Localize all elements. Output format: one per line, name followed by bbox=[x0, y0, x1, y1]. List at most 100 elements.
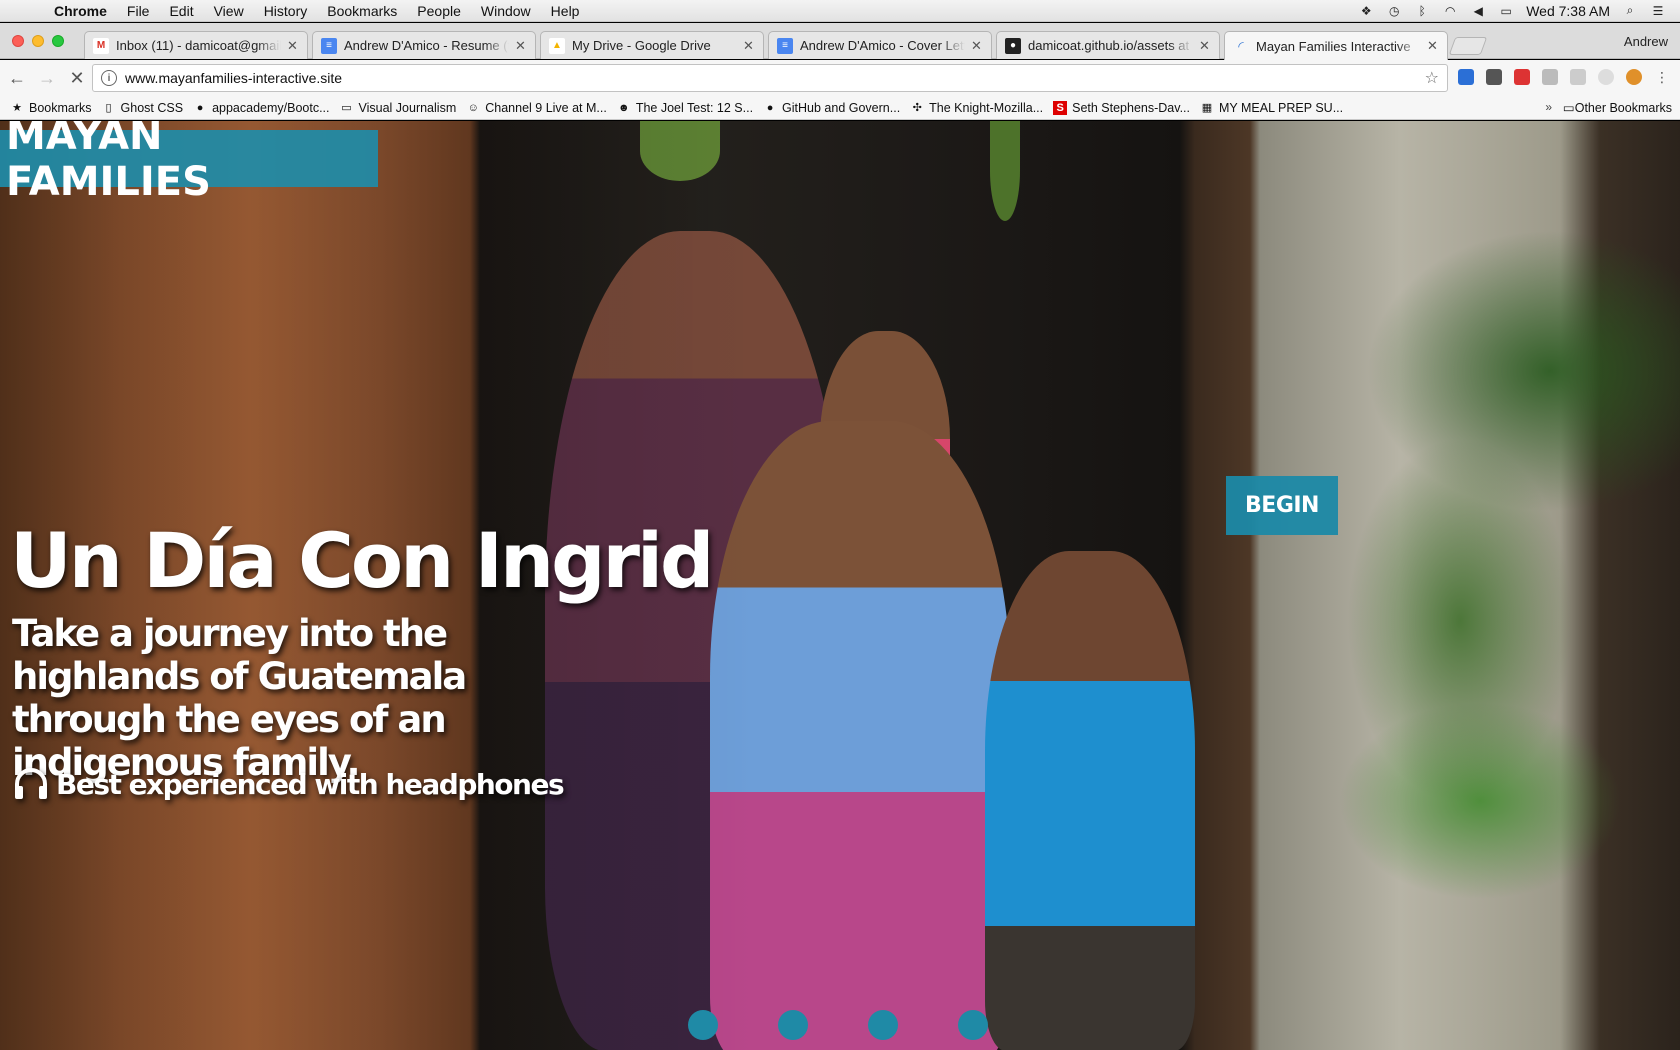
tab-resume[interactable]: ≡ Andrew D'Amico - Resume (to ✕ bbox=[312, 31, 536, 59]
notification-center-icon[interactable]: ☰ bbox=[1650, 4, 1666, 18]
volume-icon[interactable]: ◀ bbox=[1470, 4, 1486, 18]
tab-gmail[interactable]: M Inbox (11) - damicoat@gmail.c ✕ bbox=[84, 31, 308, 59]
extension-v-icon[interactable] bbox=[1458, 69, 1474, 85]
extension-icons: ⋮ bbox=[1458, 69, 1670, 85]
close-window-button[interactable] bbox=[12, 35, 24, 47]
browser-toolbar: ← → ✕ i www.mayanfamilies-interactive.si… bbox=[0, 60, 1680, 96]
bookmark-item[interactable]: ▦ MY MEAL PREP SU... bbox=[1200, 101, 1343, 115]
tab-title: damicoat.github.io/assets at m bbox=[1028, 38, 1193, 53]
chrome-menu-icon[interactable]: ⋮ bbox=[1654, 69, 1670, 85]
cookie-icon[interactable] bbox=[1626, 69, 1642, 85]
clock[interactable]: Wed 7:38 AM bbox=[1526, 3, 1610, 19]
bookmark-item[interactable]: ▭ Visual Journalism bbox=[340, 101, 456, 115]
bookmark-item[interactable]: ● appacademy/Bootc... bbox=[193, 100, 330, 115]
close-tab-icon[interactable]: ✕ bbox=[1427, 38, 1439, 54]
docs-icon: ≡ bbox=[777, 37, 793, 54]
tab-strip: M Inbox (11) - damicoat@gmail.c ✕ ≡ Andr… bbox=[0, 23, 1680, 60]
bookmark-label: The Joel Test: 12 S... bbox=[635, 100, 754, 115]
wifi-icon[interactable]: ◠ bbox=[1442, 4, 1458, 18]
menu-edit[interactable]: Edit bbox=[169, 3, 193, 19]
slide-dot[interactable] bbox=[688, 1010, 718, 1040]
tab-github-assets[interactable]: ● damicoat.github.io/assets at m ✕ bbox=[996, 31, 1220, 59]
forward-button[interactable]: → bbox=[34, 65, 60, 91]
bookmark-item[interactable]: ✣ The Knight-Mozilla... bbox=[910, 100, 1044, 115]
headphones-note-text: Best experienced with headphones bbox=[56, 767, 565, 801]
new-tab-button[interactable] bbox=[1448, 37, 1488, 55]
url-text[interactable]: www.mayanfamilies-interactive.site bbox=[125, 70, 342, 86]
minimize-window-button[interactable] bbox=[32, 35, 44, 47]
slide-dot[interactable] bbox=[868, 1010, 898, 1040]
slide-dot[interactable] bbox=[778, 1010, 808, 1040]
site-logo[interactable]: MAYAN FAMILIES bbox=[0, 121, 378, 205]
bookmark-label: Bookmarks bbox=[29, 100, 92, 115]
extension-comment-icon[interactable] bbox=[1570, 69, 1586, 85]
stop-button[interactable]: ✕ bbox=[64, 65, 90, 91]
bookmark-label: Channel 9 Live at M... bbox=[485, 100, 607, 115]
bookmark-label: The Knight-Mozilla... bbox=[929, 100, 1044, 115]
spotlight-icon[interactable]: ⌕ bbox=[1622, 3, 1638, 18]
bookmark-item[interactable]: ★ Bookmarks bbox=[10, 100, 92, 115]
bookmark-label: appacademy/Bootc... bbox=[212, 100, 330, 115]
menu-help[interactable]: Help bbox=[551, 3, 580, 19]
menu-window[interactable]: Window bbox=[481, 3, 531, 19]
tab-title: My Drive - Google Drive bbox=[572, 38, 711, 53]
bookmark-item[interactable]: S Seth Stephens-Dav... bbox=[1053, 100, 1190, 115]
bookmark-item[interactable]: ☺ Channel 9 Live at M... bbox=[466, 101, 607, 115]
tab-title: Inbox (11) - damicoat@gmail.c bbox=[116, 38, 281, 53]
close-tab-icon[interactable]: ✕ bbox=[287, 38, 299, 54]
bookmark-label: Ghost CSS bbox=[120, 100, 184, 115]
other-bookmarks-label: Other Bookmarks bbox=[1574, 100, 1672, 115]
tab-cover-letter[interactable]: ≡ Andrew D'Amico - Cover Lette ✕ bbox=[768, 31, 992, 59]
menu-view[interactable]: View bbox=[214, 3, 244, 19]
time-machine-icon[interactable]: ◷ bbox=[1386, 4, 1402, 18]
tab-google-drive[interactable]: ▲ My Drive - Google Drive ✕ bbox=[540, 31, 764, 59]
extension-circle-icon[interactable] bbox=[1598, 69, 1614, 85]
site-info-icon[interactable]: i bbox=[101, 70, 117, 86]
tab-title: Mayan Families Interactive bbox=[1256, 38, 1411, 54]
battery-icon[interactable]: ▭ bbox=[1498, 4, 1514, 18]
zoom-window-button[interactable] bbox=[52, 35, 64, 47]
close-tab-icon[interactable]: ✕ bbox=[1199, 38, 1211, 54]
other-bookmarks[interactable]: ▭ Other Bookmarks bbox=[1563, 100, 1672, 116]
meal-icon: ▦ bbox=[1201, 102, 1213, 114]
close-tab-icon[interactable]: ✕ bbox=[515, 38, 527, 54]
close-tab-icon[interactable]: ✕ bbox=[743, 38, 755, 54]
page-icon: ▯ bbox=[105, 102, 112, 114]
extension-red-icon[interactable] bbox=[1514, 69, 1530, 85]
bookmark-item[interactable]: ● GitHub and Govern... bbox=[763, 101, 900, 115]
macos-menubar: Chrome File Edit View History Bookmarks … bbox=[0, 0, 1680, 22]
address-bar[interactable]: i www.mayanfamilies-interactive.site ☆ bbox=[92, 64, 1448, 92]
channel9-icon: ☺ bbox=[467, 101, 479, 114]
menu-people[interactable]: People bbox=[417, 3, 461, 19]
knight-icon: ✣ bbox=[912, 102, 922, 114]
github-icon: ● bbox=[196, 101, 204, 114]
hero-title: Un Día Con Ingrid bbox=[10, 516, 714, 605]
bookmark-item[interactable]: ▯ Ghost CSS bbox=[102, 101, 184, 115]
menu-history[interactable]: History bbox=[264, 3, 308, 19]
profile-button[interactable]: Andrew bbox=[1624, 34, 1668, 49]
bookmark-star-icon[interactable]: ☆ bbox=[1425, 68, 1439, 88]
more-bookmarks-chevron-icon[interactable]: » bbox=[1545, 100, 1552, 114]
status-area: ❖ ◷ ᛒ ◠ ◀ ▭ Wed 7:38 AM ⌕ ☰ bbox=[1358, 3, 1666, 19]
folder-icon: ▭ bbox=[341, 102, 352, 114]
extension-grey-icon[interactable] bbox=[1542, 69, 1558, 85]
docs-icon: ≡ bbox=[321, 37, 337, 54]
begin-button[interactable]: BEGIN bbox=[1226, 476, 1338, 535]
bluetooth-icon[interactable]: ᛒ bbox=[1414, 4, 1430, 18]
slide-dot[interactable] bbox=[958, 1010, 988, 1040]
pocket-icon[interactable] bbox=[1486, 69, 1502, 85]
back-button[interactable]: ← bbox=[4, 65, 30, 91]
loading-icon: ◜ bbox=[1238, 37, 1244, 54]
bookmark-item[interactable]: ☻ The Joel Test: 12 S... bbox=[617, 101, 753, 115]
seth-icon: S bbox=[1053, 100, 1068, 115]
menu-bookmarks[interactable]: Bookmarks bbox=[327, 3, 397, 19]
menu-app-name[interactable]: Chrome bbox=[54, 3, 107, 19]
menu-file[interactable]: File bbox=[127, 3, 150, 19]
tab-mayan-families[interactable]: ◜ Mayan Families Interactive ✕ bbox=[1224, 31, 1448, 60]
tab-title: Andrew D'Amico - Cover Lette bbox=[800, 38, 965, 53]
window-controls bbox=[12, 35, 64, 47]
headphones-note: Best experienced with headphones bbox=[12, 766, 565, 802]
close-tab-icon[interactable]: ✕ bbox=[971, 38, 983, 54]
dropbox-icon[interactable]: ❖ bbox=[1358, 4, 1374, 18]
gmail-icon: M bbox=[93, 37, 109, 54]
